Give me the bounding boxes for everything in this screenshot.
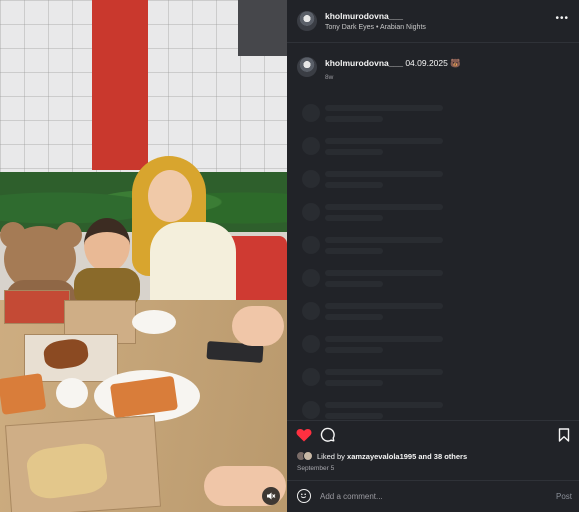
skeleton-avatar (302, 269, 320, 287)
pizza-slice (0, 373, 47, 415)
skeleton-line (325, 347, 383, 353)
skeleton-avatar (302, 335, 320, 353)
woman-face (148, 170, 192, 222)
skeleton-line (325, 149, 383, 155)
caption-username[interactable]: kholmurodovna___ (325, 58, 403, 68)
caption-timestamp: 8w (325, 74, 334, 81)
skeleton-avatar (302, 137, 320, 155)
actions-divider (287, 420, 579, 421)
likes-summary: Liked by xamzayevalola1995 and 38 others (296, 451, 467, 461)
skeleton-line (325, 182, 383, 188)
liker-avatars (296, 451, 313, 461)
caption-text: kholmurodovna___ 04.09.2025 🐻 (325, 58, 461, 69)
skeleton-avatar (302, 302, 320, 320)
add-comment-bar: Post (287, 484, 579, 510)
comment-input[interactable] (320, 489, 530, 503)
liker-avatar[interactable] (303, 451, 313, 461)
skeleton-line (325, 402, 443, 408)
post-date[interactable]: September 5 (297, 465, 334, 472)
skeleton-line (325, 116, 383, 122)
skeleton-line (325, 314, 383, 320)
skeleton-line (325, 215, 383, 221)
dark-wall-panel (238, 0, 287, 56)
skeleton-avatar (302, 203, 320, 221)
audio-track-link[interactable]: Tony Dark Eyes • Arabian Nights (325, 24, 426, 31)
caption-body: 04.09.2025 (405, 58, 448, 68)
skeleton-line (325, 237, 443, 243)
skeleton-line (325, 413, 383, 419)
pizza-box (4, 290, 70, 324)
skeleton-avatar (302, 401, 320, 419)
red-wall-stripe (92, 0, 148, 170)
author-avatar[interactable] (297, 11, 317, 31)
post-header: kholmurodovna___ Tony Dark Eyes • Arabia… (287, 0, 579, 42)
skeleton-avatar (302, 104, 320, 122)
post-actions (287, 426, 579, 446)
child-head (84, 218, 130, 272)
skeleton-line (325, 171, 443, 177)
hand (232, 306, 284, 346)
save-button[interactable] (558, 428, 570, 447)
skeleton-line (325, 204, 443, 210)
skeleton-line (325, 105, 443, 111)
more-options-button[interactable]: ••• (555, 13, 569, 24)
header-divider (287, 42, 579, 43)
skeleton-line (325, 336, 443, 342)
speech-bubble-icon (320, 427, 335, 442)
skeleton-line (325, 303, 443, 309)
skeleton-avatar (302, 368, 320, 386)
audio-mute-button[interactable] (262, 487, 280, 505)
post-media-photo[interactable] (0, 0, 287, 512)
skeleton-line (325, 369, 443, 375)
likes-prefix: Liked by (317, 451, 345, 461)
emoji-picker-button[interactable] (297, 489, 311, 503)
skeleton-avatar (302, 236, 320, 254)
skeleton-line (325, 281, 383, 287)
skeleton-line (325, 380, 383, 386)
post-comment-button[interactable]: Post (556, 492, 572, 501)
skeleton-avatar (302, 170, 320, 188)
post-details-panel: kholmurodovna___ Tony Dark Eyes • Arabia… (287, 0, 579, 512)
bear-emoji: 🐻 (450, 58, 461, 68)
comment-button[interactable] (320, 427, 335, 447)
caption-avatar[interactable] (297, 57, 317, 77)
like-button[interactable] (296, 428, 312, 447)
heart-filled-icon (296, 428, 312, 442)
likes-others-link[interactable]: and 38 others (418, 452, 467, 461)
likes-text: Liked by xamzayevalola1995 and 38 others (317, 452, 467, 461)
smiley-icon (301, 493, 307, 499)
sauce-cup (56, 378, 88, 408)
plate (132, 310, 176, 334)
bookmark-icon (558, 428, 570, 442)
skeleton-line (325, 138, 443, 144)
author-username[interactable]: kholmurodovna___ (325, 11, 426, 21)
skeleton-line (325, 270, 443, 276)
liker-username[interactable]: xamzayevalola1995 (347, 452, 416, 461)
skeleton-line (325, 248, 383, 254)
speaker-muted-icon (267, 492, 276, 500)
comment-divider (287, 480, 579, 481)
